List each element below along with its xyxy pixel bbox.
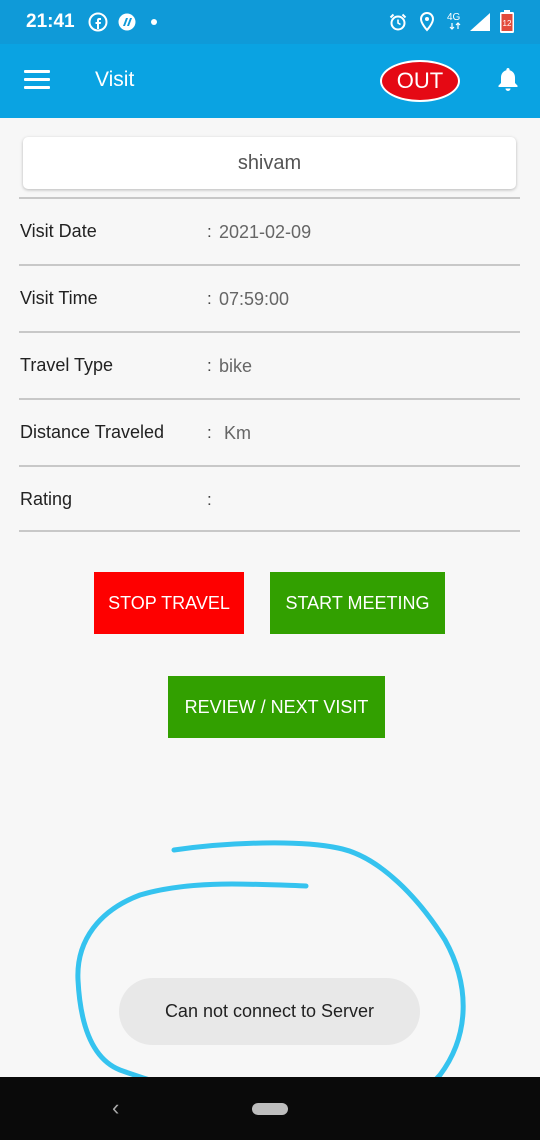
- alarm-icon: [389, 13, 407, 31]
- detail-label: Visit Date: [20, 221, 97, 241]
- out-button[interactable]: OUT: [380, 60, 460, 102]
- facebook-icon: [88, 12, 108, 32]
- detail-colon: :: [207, 356, 212, 375]
- home-pill-icon[interactable]: [252, 1103, 288, 1115]
- detail-value: 07:59:00: [219, 289, 290, 309]
- detail-colon: :: [207, 490, 212, 509]
- detail-value: bike: [219, 356, 253, 376]
- detail-value: 2021-02-09: [219, 222, 312, 242]
- page-title: Visit: [95, 68, 135, 91]
- detail-colon: :: [207, 423, 212, 442]
- row-travel-type: Travel Type : bike: [19, 331, 520, 398]
- app-bar: Visit OUT: [0, 44, 540, 118]
- row-visit-date: Visit Date : 2021-02-09: [19, 197, 520, 264]
- back-icon[interactable]: ‹: [112, 1095, 119, 1121]
- detail-label: Distance Traveled: [20, 422, 165, 442]
- detail-label: Travel Type: [20, 355, 114, 375]
- review-next-visit-button[interactable]: REVIEW / NEXT VISIT: [168, 676, 385, 738]
- row-rating: Rating :: [19, 465, 520, 532]
- location-icon: [419, 12, 435, 32]
- name-card[interactable]: shivam: [23, 137, 516, 189]
- battery-icon: 12: [500, 10, 514, 33]
- network-4g-icon: 4G: [447, 12, 461, 30]
- svg-text:12: 12: [503, 19, 512, 28]
- detail-value: Km: [224, 423, 251, 443]
- dot-icon: [151, 19, 157, 25]
- detail-label: Visit Time: [20, 288, 98, 308]
- bell-icon[interactable]: [496, 66, 520, 92]
- row-visit-time: Visit Time : 07:59:00: [19, 264, 520, 331]
- start-meeting-button[interactable]: START MEETING: [270, 572, 445, 634]
- app-notification-icon: [118, 13, 136, 31]
- detail-colon: :: [207, 222, 212, 241]
- menu-icon[interactable]: [24, 70, 50, 90]
- svg-text:4G: 4G: [447, 12, 461, 23]
- signal-icon: [470, 13, 490, 31]
- system-nav-bar: ‹: [0, 1077, 540, 1140]
- status-bar: 21:41 4G 12: [0, 0, 540, 44]
- row-distance-traveled: Distance Traveled : Km: [19, 398, 520, 465]
- stop-travel-button[interactable]: STOP TRAVEL: [94, 572, 244, 634]
- status-time: 21:41: [26, 11, 75, 32]
- toast-message: Can not connect to Server: [119, 978, 420, 1045]
- annotation-scribble: [75, 840, 466, 1112]
- visit-details: Visit Date : 2021-02-09 Visit Time : 07:…: [19, 197, 520, 532]
- detail-colon: :: [207, 289, 212, 308]
- detail-label: Rating: [20, 489, 73, 509]
